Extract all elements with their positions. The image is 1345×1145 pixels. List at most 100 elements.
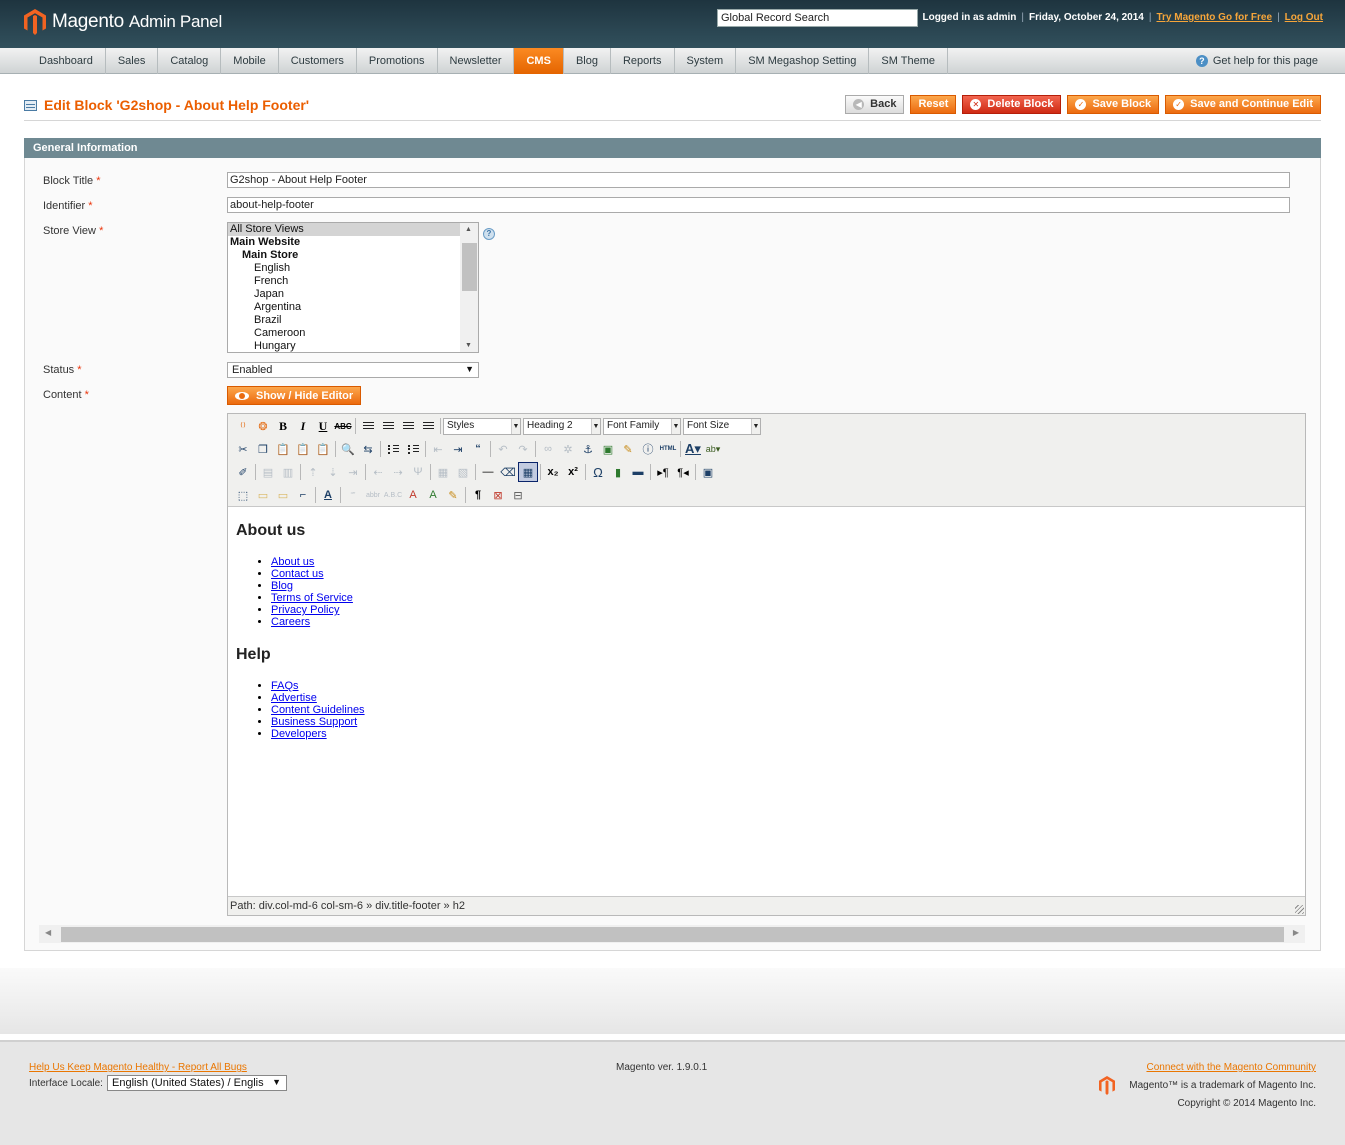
community-link[interactable]: Connect with the Magento Community — [1146, 1062, 1316, 1073]
store-view-option[interactable]: English — [228, 262, 460, 275]
nav-item-dashboard[interactable]: Dashboard — [27, 48, 106, 74]
nav-item-sm-theme[interactable]: SM Theme — [869, 48, 949, 74]
fullscreen-icon[interactable]: ▣ — [698, 462, 718, 482]
paste-icon[interactable]: 📋 — [273, 439, 293, 459]
status-select[interactable]: Enabled ▼ — [227, 362, 479, 378]
content-link[interactable]: Advertise — [271, 692, 317, 704]
content-link[interactable]: Contact us — [271, 568, 324, 580]
identifier-input[interactable] — [227, 197, 1290, 213]
bold-icon[interactable]: B — [273, 416, 293, 436]
content-link[interactable]: Terms of Service — [271, 592, 353, 604]
content-link[interactable]: Careers — [271, 616, 310, 628]
deletion-icon[interactable]: A — [403, 485, 423, 505]
scroll-up-icon[interactable]: ▲ — [465, 226, 472, 233]
text-color-icon[interactable]: A▾ — [683, 439, 703, 459]
abbreviation-icon[interactable]: abbr — [363, 485, 383, 505]
replace-icon[interactable]: ⇆ — [358, 439, 378, 459]
store-view-help-icon[interactable]: ? — [483, 228, 495, 240]
delete-block-button[interactable]: ✕ Delete Block — [962, 95, 1062, 114]
magento-logo[interactable]: Magento Admin Panel — [24, 9, 222, 35]
content-link[interactable]: Privacy Policy — [271, 604, 339, 616]
save-block-button[interactable]: ✓ Save Block — [1067, 95, 1160, 114]
insert-row-before-icon[interactable]: ⇡ — [303, 462, 323, 482]
delete-row-icon[interactable]: ⇥ — [343, 462, 363, 482]
superscript-icon[interactable]: x² — [563, 462, 583, 482]
block-title-input[interactable] — [227, 172, 1290, 188]
nav-item-cms[interactable]: CMS — [514, 48, 564, 74]
insert-widget-icon[interactable]: ⁽⁾ — [233, 416, 253, 436]
acronym-icon[interactable]: A.B.C — [383, 485, 403, 505]
page-break-icon[interactable]: ⊟ — [508, 485, 528, 505]
store-view-option[interactable]: French — [228, 275, 460, 288]
horizontal-scrollbar-thumb[interactable] — [61, 927, 1284, 942]
insert-col-after-icon[interactable]: ⇢ — [388, 462, 408, 482]
link-icon[interactable]: ∞ — [538, 439, 558, 459]
font-size-dropdown[interactable]: Font Size ▼ — [683, 417, 761, 435]
highlight-color-icon[interactable]: ab▾ — [703, 439, 723, 459]
help-link[interactable]: ? Get help for this page — [1195, 55, 1318, 67]
indent-icon[interactable]: ⇥ — [448, 439, 468, 459]
store-view-option[interactable]: Brazil — [228, 314, 460, 327]
visual-chars-icon[interactable]: ¶ — [468, 485, 488, 505]
nav-item-newsletter[interactable]: Newsletter — [438, 48, 515, 74]
scrollbar-thumb[interactable] — [462, 243, 477, 291]
interface-locale-select[interactable]: English (United States) / Englis ▼ — [107, 1075, 287, 1091]
table-icon[interactable]: ▦ — [518, 462, 538, 482]
subscript-icon[interactable]: x₂ — [543, 462, 563, 482]
nav-item-reports[interactable]: Reports — [611, 48, 675, 74]
insert-image-icon[interactable]: ❂ — [253, 416, 273, 436]
image-icon[interactable]: ▣ — [598, 439, 618, 459]
redo-icon[interactable]: ↷ — [513, 439, 533, 459]
nav-item-system[interactable]: System — [675, 48, 737, 74]
move-backward-icon[interactable]: ▭ — [273, 485, 293, 505]
special-char-icon[interactable]: Ω — [588, 462, 608, 482]
bullet-list-icon[interactable] — [383, 439, 403, 459]
back-button[interactable]: ◀ Back — [845, 95, 905, 114]
store-view-option[interactable]: Main Website — [228, 236, 460, 249]
help-editor-icon[interactable]: ⓘ — [638, 439, 658, 459]
font-family-dropdown[interactable]: Font Family ▼ — [603, 417, 681, 435]
find-icon[interactable]: 🔍 — [338, 439, 358, 459]
styleprops-icon[interactable]: A — [318, 485, 338, 505]
horizontal-rule-icon[interactable]: — — [478, 462, 498, 482]
align-justify-icon[interactable] — [418, 416, 438, 436]
move-forward-icon[interactable]: ▭ — [253, 485, 273, 505]
store-view-multiselect[interactable]: All Store Views Main Website Main Store Eng… — [227, 222, 479, 353]
insertion-icon[interactable]: A — [423, 485, 443, 505]
split-cells-icon[interactable]: ▦ — [433, 462, 453, 482]
reset-button[interactable]: Reset — [910, 95, 957, 114]
content-link[interactable]: About us — [271, 556, 314, 568]
horizontal-line-icon[interactable]: ▬ — [628, 462, 648, 482]
resize-handle-icon[interactable] — [1295, 905, 1304, 914]
blockquote-icon[interactable]: “ — [468, 439, 488, 459]
undo-icon[interactable]: ↶ — [493, 439, 513, 459]
styles-dropdown[interactable]: Styles ▼ — [443, 417, 521, 435]
report-bugs-link[interactable]: Help Us Keep Magento Healthy - Report Al… — [29, 1062, 247, 1073]
nav-item-mobile[interactable]: Mobile — [221, 48, 279, 74]
store-view-scrollbar[interactable]: ▲ ▼ — [460, 223, 478, 352]
store-view-option[interactable]: Cameroon — [228, 327, 460, 340]
format-dropdown[interactable]: Heading 2 ▼ — [523, 417, 601, 435]
edit-css-icon[interactable]: ✐ — [233, 462, 253, 482]
content-link[interactable]: Content Guidelines — [271, 704, 365, 716]
attributes-icon[interactable]: ✎ — [443, 485, 463, 505]
paste-word-icon[interactable]: 📋 — [313, 439, 333, 459]
content-link[interactable]: Blog — [271, 580, 293, 592]
scroll-left-icon[interactable]: ◀ — [45, 928, 51, 937]
align-center-icon[interactable] — [378, 416, 398, 436]
nav-item-blog[interactable]: Blog — [564, 48, 611, 74]
content-link[interactable]: FAQs — [271, 680, 299, 692]
cell-props-icon[interactable]: ▥ — [278, 462, 298, 482]
unlink-icon[interactable]: ✲ — [558, 439, 578, 459]
store-view-option[interactable]: Argentina — [228, 301, 460, 314]
nav-item-customers[interactable]: Customers — [279, 48, 357, 74]
store-view-option[interactable]: Hungary — [228, 340, 460, 352]
insert-layer-icon[interactable]: ⬚ — [233, 485, 253, 505]
editor-content[interactable]: About us About usContact usBlogTerms of … — [235, 514, 1295, 758]
media-icon[interactable]: ▮ — [608, 462, 628, 482]
cite-icon[interactable]: “” — [343, 485, 363, 505]
anchor-icon[interactable]: ⚓ — [578, 439, 598, 459]
store-view-option[interactable]: All Store Views — [228, 223, 460, 236]
nav-item-sales[interactable]: Sales — [106, 48, 159, 74]
align-right-icon[interactable] — [398, 416, 418, 436]
